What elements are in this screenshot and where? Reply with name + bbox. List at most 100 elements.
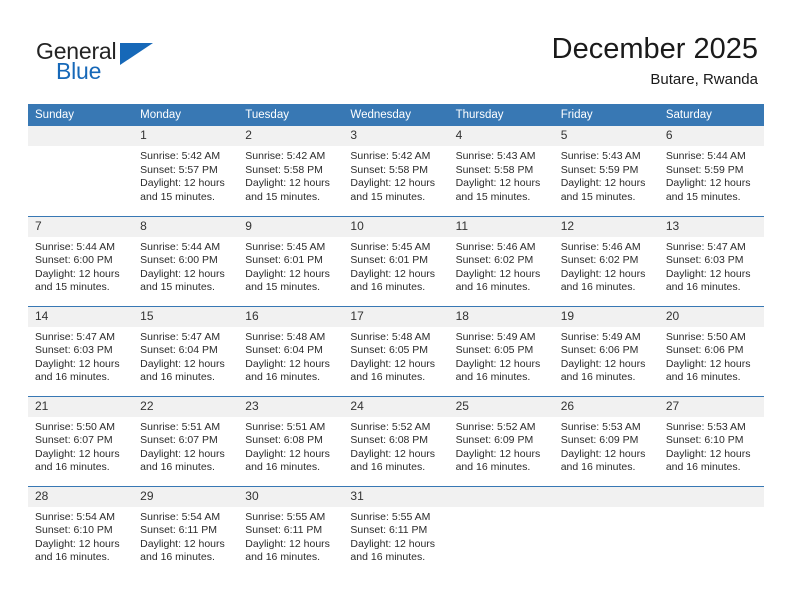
calendar-day-cell[interactable]: 28 Sunrise: 5:54 AM Sunset: 6:10 PM Dayligh… — [28, 485, 134, 576]
calendar-day-cell[interactable]: 30 Sunrise: 5:55 AM Sunset: 6:11 PM Dayligh… — [238, 485, 344, 576]
calendar-day-cell[interactable]: 22 Sunrise: 5:51 AM Sunset: 6:07 PM Dayligh… — [133, 395, 239, 486]
daylight-text: Daylight: 12 hours and 15 minutes. — [245, 267, 330, 294]
day-number: 2 — [238, 126, 344, 146]
day-details: Sunrise: 5:46 AM Sunset: 6:02 PM Daylight:… — [554, 237, 659, 295]
day-details: Sunrise: 5:48 AM Sunset: 6:04 PM Daylight:… — [238, 327, 343, 385]
calendar-day-cell[interactable]: 14 Sunrise: 5:47 AM Sunset: 6:03 PM Dayligh… — [28, 305, 134, 396]
calendar-day-cell[interactable]: 29 Sunrise: 5:54 AM Sunset: 6:11 PM Dayligh… — [133, 485, 239, 576]
sunset-text: Sunset: 6:08 PM — [245, 434, 323, 447]
calendar-day-cell[interactable]: 10 Sunrise: 5:45 AM Sunset: 6:01 PM Dayligh… — [343, 215, 449, 306]
calendar-week-row: 7 Sunrise: 5:44 AM Sunset: 6:00 PM Daylight… — [28, 215, 764, 306]
sunrise-text: Sunrise: 5:47 AM — [665, 240, 746, 253]
calendar-day-cell[interactable]: 17 Sunrise: 5:48 AM Sunset: 6:05 PM Dayligh… — [343, 305, 449, 396]
calendar-day-cell[interactable]: 7 Sunrise: 5:44 AM Sunset: 6:00 PM Daylight… — [28, 215, 134, 306]
day-number — [658, 486, 764, 507]
day-details: Sunrise: 5:47 AM Sunset: 6:03 PM Daylight:… — [659, 237, 764, 295]
sunset-text: Sunset: 6:06 PM — [560, 344, 639, 357]
day-number: 12 — [553, 216, 659, 237]
day-number: 14 — [28, 306, 134, 327]
sunset-text: Sunset: 6:08 PM — [350, 434, 429, 447]
day-details: Sunrise: 5:55 AM Sunset: 6:11 PM Daylight:… — [238, 507, 343, 565]
day-number: 26 — [553, 396, 659, 417]
sunset-text: Sunset: 6:10 PM — [665, 434, 744, 447]
calendar-day-cell[interactable]: 25 Sunrise: 5:52 AM Sunset: 6:09 PM Dayligh… — [448, 395, 554, 486]
sunset-text: Sunset: 6:11 PM — [245, 524, 323, 537]
calendar-day-cell[interactable]: 19 Sunrise: 5:49 AM Sunset: 6:06 PM Dayligh… — [553, 305, 659, 396]
calendar-day-cell[interactable]: 15 Sunrise: 5:47 AM Sunset: 6:04 PM Dayligh… — [133, 305, 239, 396]
sunset-text: Sunset: 6:07 PM — [140, 434, 218, 447]
calendar-day-cell[interactable]: 16 Sunrise: 5:48 AM Sunset: 6:04 PM Dayligh… — [238, 305, 344, 396]
calendar-week-row: 28 Sunrise: 5:54 AM Sunset: 6:10 PM Dayligh… — [28, 485, 764, 576]
calendar-day-cell[interactable]: 4 Sunrise: 5:43 AM Sunset: 5:58 PM Daylight… — [448, 126, 554, 216]
daylight-text: Daylight: 12 hours and 16 minutes. — [455, 357, 541, 384]
calendar-cell-empty — [658, 485, 764, 576]
calendar-day-cell[interactable]: 18 Sunrise: 5:49 AM Sunset: 6:05 PM Dayligh… — [448, 305, 554, 396]
day-details: Sunrise: 5:44 AM Sunset: 5:59 PM Daylight:… — [659, 146, 764, 204]
sunrise-text: Sunrise: 5:46 AM — [455, 240, 536, 253]
daylight-text: Daylight: 12 hours and 16 minutes. — [350, 447, 436, 474]
sunrise-text: Sunrise: 5:49 AM — [560, 330, 641, 343]
daylight-text: Daylight: 12 hours and 16 minutes. — [140, 537, 225, 564]
calendar-day-cell[interactable]: 1 Sunrise: 5:42 AM Sunset: 5:57 PM Daylight… — [133, 126, 239, 216]
day-details: Sunrise: 5:50 AM Sunset: 6:07 PM Daylight:… — [28, 417, 133, 475]
weekday-header-saturday: Saturday — [658, 104, 764, 126]
calendar-day-cell[interactable]: 23 Sunrise: 5:51 AM Sunset: 6:08 PM Dayligh… — [238, 395, 344, 486]
day-number: 9 — [238, 216, 344, 237]
day-number: 25 — [448, 396, 554, 417]
calendar-day-cell[interactable]: 9 Sunrise: 5:45 AM Sunset: 6:01 PM Daylight… — [238, 215, 344, 306]
calendar-week-row: 1 Sunrise: 5:42 AM Sunset: 5:57 PM Daylight… — [28, 126, 764, 216]
day-number: 23 — [238, 396, 344, 417]
daylight-text: Daylight: 12 hours and 15 minutes. — [245, 177, 330, 203]
calendar-day-cell[interactable]: 12 Sunrise: 5:46 AM Sunset: 6:02 PM Dayligh… — [553, 215, 659, 306]
day-number: 15 — [133, 306, 239, 327]
sunset-text: Sunset: 6:09 PM — [560, 434, 639, 447]
day-number: 6 — [658, 126, 764, 146]
calendar-day-cell[interactable]: 3 Sunrise: 5:42 AM Sunset: 5:58 PM Daylight… — [343, 126, 449, 216]
day-number — [448, 486, 554, 507]
day-number: 1 — [133, 126, 239, 146]
sunrise-text: Sunrise: 5:52 AM — [455, 420, 536, 433]
daylight-text: Daylight: 12 hours and 16 minutes. — [245, 357, 330, 384]
day-number: 8 — [133, 216, 239, 237]
location-label: Butare, Rwanda — [650, 71, 758, 88]
title-block: December 2025 Butare, Rwanda — [552, 32, 758, 90]
day-number: 20 — [658, 306, 764, 327]
calendar-day-cell[interactable]: 31 Sunrise: 5:55 AM Sunset: 6:11 PM Dayligh… — [343, 485, 449, 576]
sunrise-text: Sunrise: 5:45 AM — [245, 240, 326, 253]
weekday-header-wednesday: Wednesday — [343, 104, 449, 126]
calendar-day-cell[interactable]: 11 Sunrise: 5:46 AM Sunset: 6:02 PM Dayligh… — [448, 215, 554, 306]
brand-logo[interactable]: General Blue — [36, 38, 236, 88]
sunset-text: Sunset: 6:00 PM — [140, 254, 218, 267]
daylight-text: Daylight: 12 hours and 15 minutes. — [665, 177, 751, 203]
day-details: Sunrise: 5:49 AM Sunset: 6:06 PM Daylight:… — [554, 327, 659, 385]
day-details: Sunrise: 5:47 AM Sunset: 6:04 PM Daylight:… — [133, 327, 238, 385]
day-details: Sunrise: 5:49 AM Sunset: 6:05 PM Daylight:… — [449, 327, 554, 385]
day-number: 11 — [448, 216, 554, 237]
daylight-text: Daylight: 12 hours and 16 minutes. — [455, 447, 541, 474]
calendar-day-cell[interactable]: 5 Sunrise: 5:43 AM Sunset: 5:59 PM Daylight… — [553, 126, 659, 216]
calendar-day-cell[interactable]: 21 Sunrise: 5:50 AM Sunset: 6:07 PM Dayligh… — [28, 395, 134, 486]
daylight-text: Daylight: 12 hours and 15 minutes. — [140, 177, 225, 203]
day-details: Sunrise: 5:44 AM Sunset: 6:00 PM Daylight:… — [133, 237, 238, 295]
calendar-day-cell[interactable]: 27 Sunrise: 5:53 AM Sunset: 6:10 PM Dayligh… — [658, 395, 764, 486]
calendar-day-cell[interactable]: 2 Sunrise: 5:42 AM Sunset: 5:58 PM Daylight… — [238, 126, 344, 216]
day-number: 18 — [448, 306, 554, 327]
sunset-text: Sunset: 6:04 PM — [140, 344, 218, 357]
brand-name-blue: Blue — [56, 58, 102, 84]
calendar-day-cell[interactable]: 8 Sunrise: 5:44 AM Sunset: 6:00 PM Daylight… — [133, 215, 239, 306]
daylight-text: Daylight: 12 hours and 15 minutes. — [455, 177, 541, 203]
calendar-week-row: 21 Sunrise: 5:50 AM Sunset: 6:07 PM Dayligh… — [28, 395, 764, 486]
day-number — [28, 126, 134, 146]
sunrise-text: Sunrise: 5:43 AM — [560, 150, 641, 162]
calendar-day-cell[interactable]: 20 Sunrise: 5:50 AM Sunset: 6:06 PM Dayligh… — [658, 305, 764, 396]
calendar-day-cell[interactable]: 13 Sunrise: 5:47 AM Sunset: 6:03 PM Dayligh… — [658, 215, 764, 306]
day-number: 19 — [553, 306, 659, 327]
calendar-day-cell[interactable]: 26 Sunrise: 5:53 AM Sunset: 6:09 PM Dayligh… — [553, 395, 659, 486]
day-details: Sunrise: 5:51 AM Sunset: 6:08 PM Daylight:… — [238, 417, 343, 475]
day-details: Sunrise: 5:45 AM Sunset: 6:01 PM Daylight:… — [343, 237, 448, 295]
sunset-text: Sunset: 6:03 PM — [665, 254, 744, 267]
calendar-day-cell[interactable]: 24 Sunrise: 5:52 AM Sunset: 6:08 PM Dayligh… — [343, 395, 449, 486]
sunset-text: Sunset: 6:01 PM — [350, 254, 429, 267]
sunrise-text: Sunrise: 5:47 AM — [140, 330, 221, 343]
calendar-day-cell[interactable]: 6 Sunrise: 5:44 AM Sunset: 5:59 PM Daylight… — [658, 126, 764, 216]
